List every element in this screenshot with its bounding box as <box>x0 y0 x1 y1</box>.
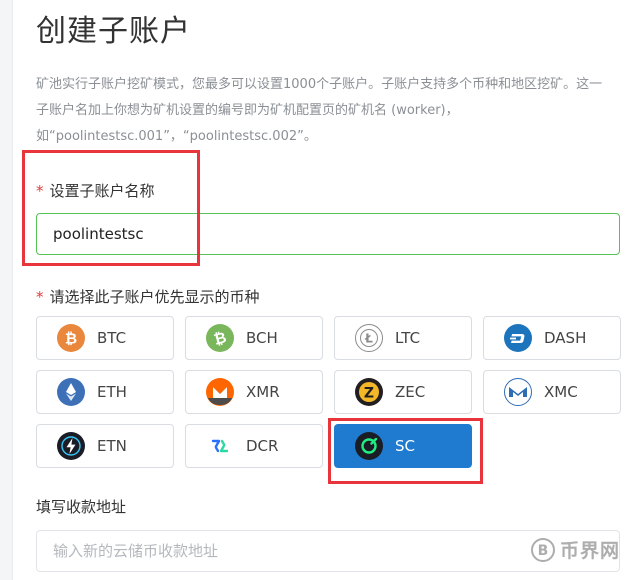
svg-text:₿: ₿ <box>212 328 228 349</box>
coin-option-eth[interactable]: ETH <box>36 370 174 414</box>
svg-text:Ł: Ł <box>364 332 373 346</box>
coin-option-etn[interactable]: ETN <box>36 424 174 468</box>
xmc-icon <box>504 378 532 406</box>
required-mark: * <box>36 288 44 306</box>
coin-name: BTC <box>97 329 127 347</box>
coin-name: ETH <box>97 383 127 401</box>
sc-icon <box>355 432 383 460</box>
watermark-logo-icon: B <box>531 537 555 562</box>
coin-label: * 请选择此子账户优先显示的币种 <box>36 286 260 307</box>
coin-name: DASH <box>544 329 587 347</box>
address-label: 填写收款地址 <box>36 498 127 516</box>
ltc-icon: Ł <box>355 324 383 352</box>
coin-option-dash[interactable]: DASH <box>483 316 621 360</box>
coin-name: ZEC <box>395 383 426 401</box>
page-title: 创建子账户 <box>36 14 191 49</box>
coin-name: SC <box>395 437 415 455</box>
coin-option-ltc[interactable]: Ł LTC <box>334 316 472 360</box>
bch-icon: ₿ <box>206 324 234 352</box>
coin-option-dcr[interactable]: DCR <box>185 424 323 468</box>
subaccount-name-input[interactable] <box>36 213 620 255</box>
coin-name: XMR <box>246 383 280 401</box>
coin-option-bch[interactable]: ₿ BCH <box>185 316 323 360</box>
btc-icon: ₿ <box>57 324 85 352</box>
dcr-icon <box>206 432 234 460</box>
name-label: * 设置子账户名称 <box>36 180 155 201</box>
coin-name: ETN <box>97 437 127 455</box>
coin-option-zec[interactable]: Z ZEC <box>334 370 472 414</box>
coin-option-sc[interactable]: SC <box>334 424 472 468</box>
intro-line: 如“poolintestsc.001”，“poolintestsc.002”。 <box>36 129 317 144</box>
coin-name: LTC <box>395 329 421 347</box>
coin-option-xmc[interactable]: XMC <box>483 370 621 414</box>
coin-option-xmr[interactable]: XMR <box>185 370 323 414</box>
intro-text: 矿池实行子账户挖矿模式，您最多可以设置1000个子账户。子账户支持多个币种和地区… <box>36 72 632 150</box>
zec-icon: Z <box>355 378 383 406</box>
eth-icon <box>57 378 85 406</box>
name-label-text: 设置子账户名称 <box>49 182 155 200</box>
etn-icon <box>57 432 85 460</box>
intro-line: 子账户名加上你想为矿机设置的编号即为矿机配置页的矿机名 (worker)， <box>36 103 459 118</box>
watermark-text: 币界网 <box>560 540 621 562</box>
svg-text:Z: Z <box>364 386 374 402</box>
intro-line: 矿池实行子账户挖矿模式，您最多可以设置1000个子账户。子账户支持多个币种和地区… <box>36 77 603 92</box>
coin-label-text: 请选择此子账户优先显示的币种 <box>49 288 260 306</box>
svg-text:₿: ₿ <box>65 330 77 348</box>
coin-name: BCH <box>246 329 278 347</box>
xmr-icon <box>206 378 234 406</box>
dash-icon <box>504 324 532 352</box>
left-border <box>0 0 13 580</box>
required-mark: * <box>36 182 44 200</box>
svg-text:B: B <box>538 543 549 559</box>
coin-option-btc[interactable]: ₿ BTC <box>36 316 174 360</box>
coin-name: XMC <box>544 383 578 401</box>
coin-name: DCR <box>246 437 279 455</box>
watermark: B 币界网 <box>530 536 620 563</box>
